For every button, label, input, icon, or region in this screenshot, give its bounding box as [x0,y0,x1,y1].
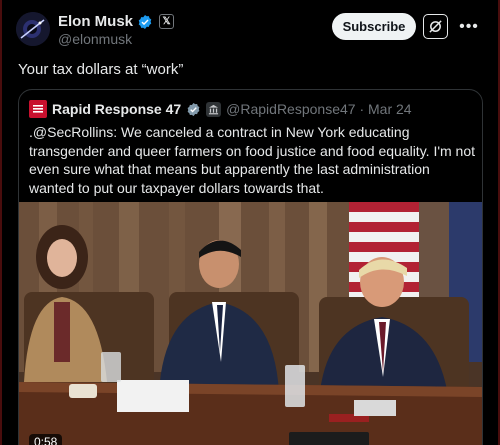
subscribe-button[interactable]: Subscribe [332,13,416,40]
quoted-author-name: Rapid Response 47 [52,101,182,117]
quoted-tweet[interactable]: Rapid Response 47 @RapidResponse47 · Mar… [18,89,483,445]
author-handle[interactable]: @elonmusk [58,31,132,47]
verified-badge-icon [187,102,200,116]
tweet-text: Your tax dollars at “work” [18,61,184,78]
x-affiliation-icon: 𝕏 [159,14,175,29]
quoted-handle-time: @RapidResponse47 · Mar 24 [226,101,412,117]
video-player[interactable]: 0:58 [19,202,482,445]
quoted-text: .@SecRollins: We canceled a contract in … [29,124,476,196]
video-frame-image [19,202,482,445]
video-duration: 0:58 [29,434,63,445]
verified-badge-icon [138,14,152,29]
author-name-row: Elon Musk 𝕏 [58,13,175,30]
avatar[interactable] [16,12,50,46]
quoted-header: Rapid Response 47 @RapidResponse47 · Mar… [29,100,412,118]
author-name[interactable]: Elon Musk [58,13,133,30]
quoted-avatar [29,100,47,118]
tweet-header: Elon Musk 𝕏 @elonmusk Subscribe ••• [16,12,486,48]
government-building-icon [206,101,222,117]
more-options-icon[interactable]: ••• [458,14,480,39]
grok-icon[interactable] [423,14,448,39]
